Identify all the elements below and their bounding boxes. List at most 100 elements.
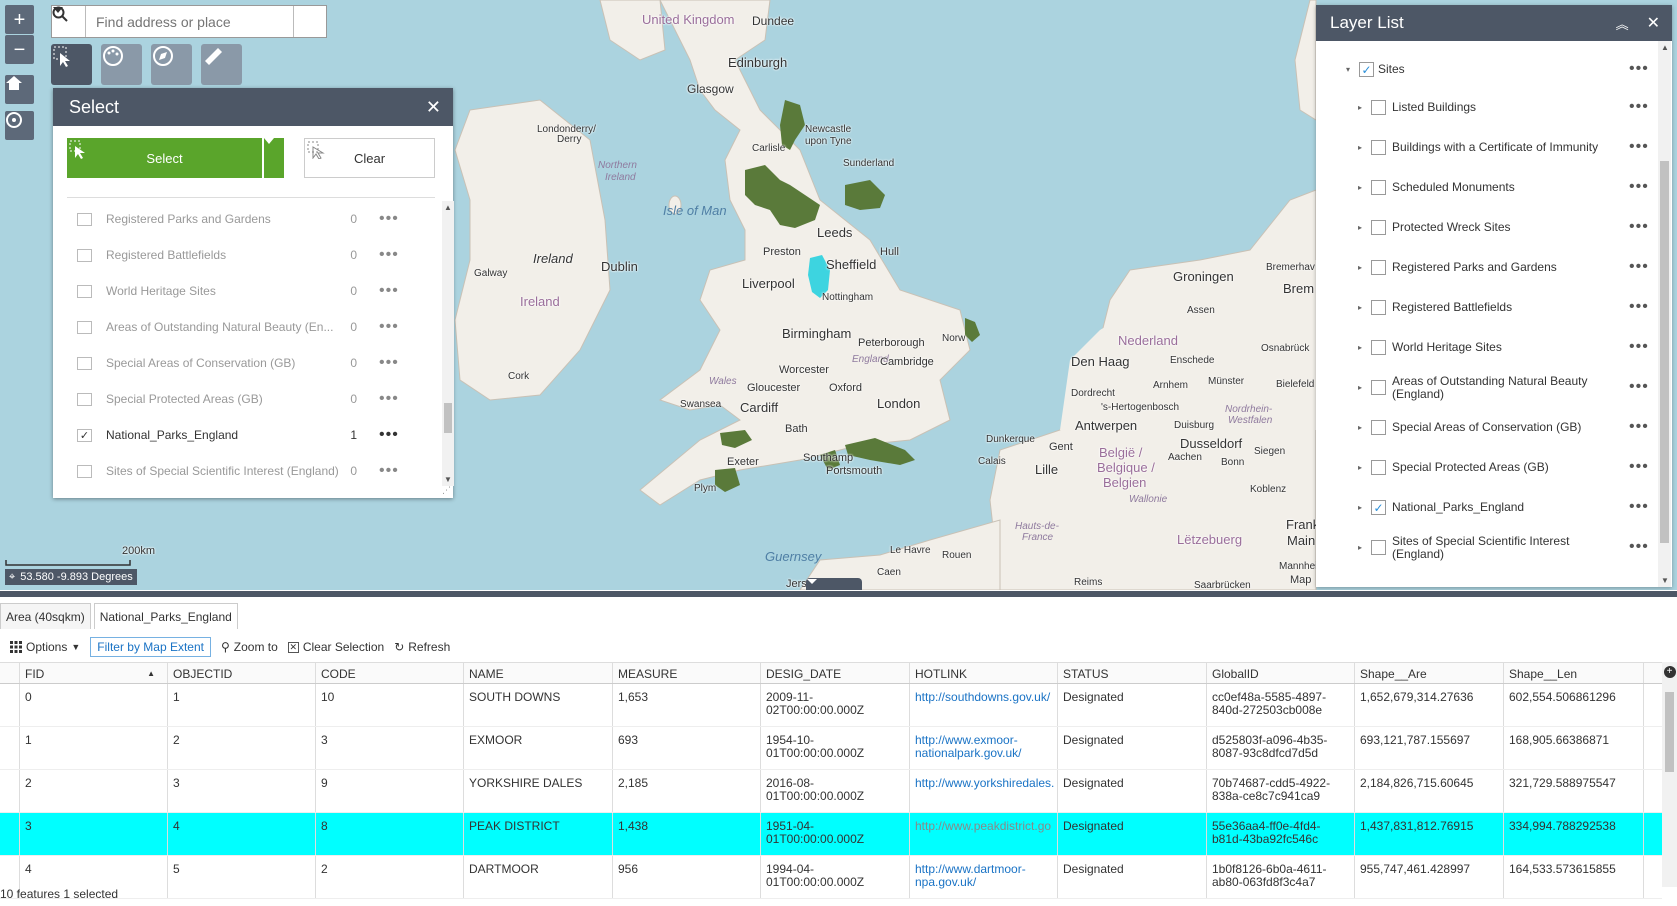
expand-icon[interactable]: ▸ — [1358, 223, 1362, 232]
search-input[interactable] — [86, 6, 293, 37]
map-view[interactable]: United Kingdom Dundee Edinburgh Glasgow … — [0, 0, 1677, 590]
close-icon[interactable]: ✕ — [426, 97, 441, 118]
tab-area-40sqkm[interactable]: Area (40sqkm) — [0, 603, 91, 629]
layer-row[interactable]: ▸ Special Protected Areas (GB) ••• — [1316, 450, 1656, 486]
row-selector[interactable] — [0, 727, 20, 769]
row-selector[interactable] — [0, 813, 20, 855]
zoom-out-button[interactable]: − — [5, 35, 34, 64]
expand-icon[interactable]: ▾ — [1346, 65, 1350, 74]
select-layer-row[interactable]: Sites of Special Scientific Interest (En… — [67, 453, 437, 486]
checkbox[interactable] — [1371, 220, 1386, 235]
column-header[interactable]: OBJECTID — [168, 663, 316, 683]
layer-row[interactable]: ▸ Buildings with a Certificate of Immunit… — [1316, 130, 1656, 166]
checkbox[interactable] — [77, 284, 92, 298]
scrollbar[interactable]: ▲ ▼ — [1658, 41, 1671, 587]
checkbox[interactable] — [1371, 300, 1386, 315]
expand-icon[interactable]: ▸ — [1358, 303, 1362, 312]
scroll-down-icon[interactable]: ▼ — [444, 475, 452, 484]
expand-icon[interactable]: ▸ — [1358, 543, 1362, 552]
more-options-icon[interactable]: ••• — [1629, 298, 1649, 316]
refresh-button[interactable]: ↻ Refresh — [394, 640, 450, 654]
measure-tool-button[interactable] — [201, 44, 242, 85]
checkbox[interactable] — [77, 248, 92, 262]
expand-icon[interactable]: ▸ — [1358, 423, 1362, 432]
table-row[interactable]: 0 1 10 SOUTH DOWNS 1,653 2009-11- 02T00:00:00… — [0, 684, 1662, 727]
scroll-up-icon[interactable]: ▲ — [1661, 43, 1669, 52]
table-cell[interactable]: http://www.yorkshiredales. — [910, 770, 1058, 812]
more-options-icon[interactable]: ••• — [1629, 418, 1649, 436]
checkbox[interactable] — [1371, 260, 1386, 275]
column-header[interactable]: DESIG_DATE — [761, 663, 910, 683]
close-icon[interactable]: ✕ — [1647, 13, 1660, 33]
checkbox[interactable] — [77, 392, 92, 406]
more-options-icon[interactable]: ••• — [1629, 98, 1649, 116]
more-options-icon[interactable]: ••• — [1629, 218, 1649, 236]
checkbox[interactable] — [1371, 100, 1386, 115]
column-header[interactable]: STATUS — [1058, 663, 1207, 683]
grid-scrollbar[interactable]: + — [1662, 662, 1677, 887]
filter-by-map-extent-button[interactable]: Filter by Map Extent — [90, 637, 211, 657]
scroll-down-icon[interactable]: ▼ — [1661, 576, 1669, 585]
table-row[interactable]: 3 4 8 PEAK DISTRICT 1,438 1951-04- 01T00:00:0… — [0, 813, 1662, 856]
more-options-icon[interactable]: ••• — [1629, 258, 1649, 276]
scrollbar[interactable]: ▲ ▼ — [442, 201, 454, 486]
scroll-up-icon[interactable]: ▲ — [444, 203, 452, 212]
expand-icon[interactable]: ▸ — [1358, 103, 1362, 112]
home-button[interactable] — [5, 75, 34, 104]
row-selector[interactable] — [0, 684, 20, 726]
select-button[interactable]: Select — [67, 138, 262, 178]
more-options-icon[interactable]: ••• — [1629, 498, 1649, 516]
expand-icon[interactable]: ▸ — [1358, 143, 1362, 152]
layer-row[interactable]: ▸ Listed Buildings ••• — [1316, 90, 1656, 126]
table-cell[interactable]: http://www.exmoor- nationalpark.gov.uk/ — [910, 727, 1058, 769]
select-layer-row[interactable]: Special Areas of Conservation (GB) 0 ••• — [67, 345, 437, 381]
expand-icon[interactable]: ▸ — [1358, 183, 1362, 192]
select-layer-row[interactable]: Registered Parks and Gardens 0 ••• — [67, 201, 437, 237]
select-layer-row[interactable]: World Heritage Sites 0 ••• — [67, 273, 437, 309]
column-header[interactable]: MEASURE — [613, 663, 761, 683]
table-cell[interactable]: http://southdowns.gov.uk/ — [910, 684, 1058, 726]
options-menu[interactable]: Options ▼ — [10, 640, 80, 654]
checkbox[interactable] — [1371, 380, 1386, 395]
more-options-icon[interactable]: ••• — [1629, 138, 1649, 156]
column-header[interactable]: GlobalID — [1207, 663, 1355, 683]
select-tool-button[interactable] — [51, 44, 92, 85]
scrollbar-thumb[interactable] — [1665, 692, 1674, 772]
layer-row[interactable]: ▸ ✓ National_Parks_England ••• — [1316, 490, 1656, 526]
coordinate-readout[interactable]: ⌖ 53.580 -9.893 Degrees — [5, 569, 137, 585]
column-header[interactable]: CODE — [316, 663, 464, 683]
clear-button[interactable]: Clear — [304, 138, 435, 178]
checkbox[interactable]: ✓ — [1371, 500, 1386, 515]
layer-row[interactable]: ▸ Special Areas of Conservation (GB) ••• — [1316, 410, 1656, 446]
expand-icon[interactable]: ▸ — [1358, 383, 1362, 392]
basemap-gallery-button[interactable] — [101, 44, 142, 85]
collapse-icon[interactable]: ︽ — [1616, 14, 1629, 33]
checkbox[interactable] — [1371, 540, 1386, 555]
scrollbar-thumb[interactable] — [1660, 161, 1669, 543]
table-row[interactable]: 1 2 3 EXMOOR 693 1954-10- 01T00:00:00.000Z htt… — [0, 727, 1662, 770]
checkbox[interactable] — [1371, 180, 1386, 195]
add-column-icon[interactable]: + — [1662, 664, 1677, 680]
checkbox[interactable] — [77, 212, 92, 226]
more-options-icon[interactable]: ••• — [1629, 538, 1649, 556]
checkbox[interactable] — [77, 464, 92, 478]
checkbox[interactable] — [1371, 420, 1386, 435]
column-header[interactable]: NAME — [464, 663, 613, 683]
checkbox[interactable] — [77, 320, 92, 334]
table-cell[interactable]: http://www.dartmoor- npa.gov.uk/ — [910, 856, 1058, 898]
column-header[interactable]: HOTLINK — [910, 663, 1058, 683]
layer-row[interactable]: ▸ Scheduled Monuments ••• — [1316, 170, 1656, 206]
checkbox[interactable] — [1371, 460, 1386, 475]
select-layer-row[interactable]: Registered Battlefields 0 ••• — [67, 237, 437, 273]
zoom-in-button[interactable]: + — [5, 5, 34, 34]
layer-row[interactable]: ▸ Sites of Special Scientific Interest (E… — [1316, 530, 1656, 566]
more-options-icon[interactable]: ••• — [1629, 178, 1649, 196]
draw-tool-button[interactable] — [151, 44, 192, 85]
checkbox[interactable] — [1371, 140, 1386, 155]
expand-icon[interactable]: ▸ — [1358, 263, 1362, 272]
checkbox[interactable] — [77, 356, 92, 370]
checkbox[interactable]: ✓ — [1359, 62, 1374, 77]
layer-row[interactable]: ▸ Areas of Outstanding Natural Beauty (En… — [1316, 370, 1656, 406]
more-options-icon[interactable]: ••• — [1629, 378, 1649, 396]
checkbox[interactable]: ✓ — [77, 428, 92, 442]
